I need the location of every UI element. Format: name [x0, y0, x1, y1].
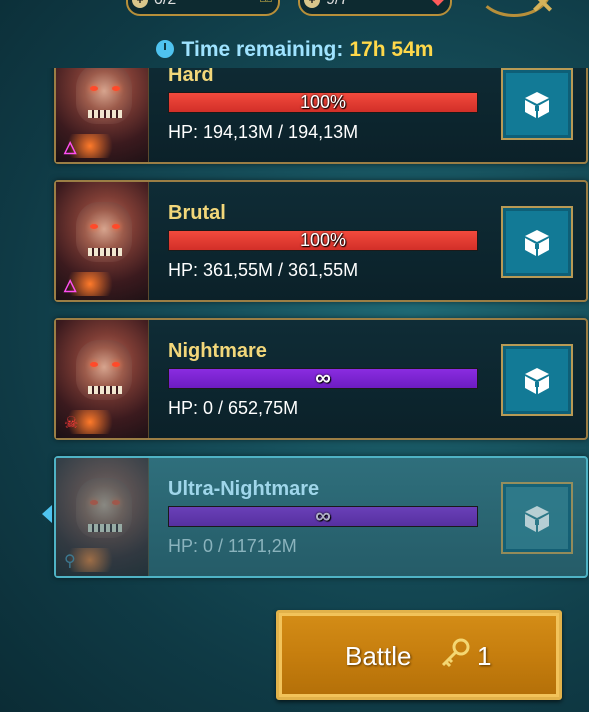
- skull-icon: ☠: [64, 415, 79, 432]
- boss-portrait: △: [56, 182, 149, 300]
- close-icon[interactable]: ✕: [530, 0, 555, 21]
- chest-icon: [525, 230, 549, 256]
- difficulty-card-ultra-nightmare[interactable]: ⚲ Ultra-Nightmare ∞ HP: 0 / 1171,2M: [54, 456, 588, 578]
- battle-label: Battle: [345, 641, 412, 671]
- difficulty-card-nightmare[interactable]: ☠ Nightmare ∞ HP: 0 / 652,75M: [54, 318, 588, 440]
- hp-bar-label: ∞: [315, 365, 331, 390]
- resource-keys[interactable]: + 0/2 ⚿: [126, 0, 280, 16]
- time-remaining-label: Time remaining:: [181, 38, 344, 61]
- hp-text: HP: 0 / 1171,2M: [168, 536, 297, 556]
- triangle-icon: △: [64, 277, 77, 294]
- hp-bar-label: ∞: [315, 503, 331, 528]
- selection-arrow-icon: [42, 505, 52, 523]
- rewards-chest-button[interactable]: [501, 68, 573, 140]
- resource-keys-value: 0/2: [154, 0, 176, 9]
- hp-text: HP: 194,13M / 194,13M: [168, 122, 359, 142]
- hp-bar: 100%: [168, 92, 478, 113]
- top-resource-bar: + 0/2 ⚿ + 9/7 ◆ ✕: [0, 0, 589, 21]
- hp-bar: ∞: [168, 503, 478, 528]
- difficulty-name: Brutal: [168, 202, 226, 224]
- hp-bar-label: 100%: [299, 230, 347, 250]
- chest-icon: [525, 368, 549, 394]
- hp-bar: ∞: [168, 365, 478, 390]
- difficulty-name: Ultra-Nightmare: [168, 478, 320, 500]
- rewards-chest-button[interactable]: [501, 206, 573, 278]
- time-remaining-value: 17h 54m: [349, 38, 434, 61]
- boss-portrait: △: [56, 68, 149, 162]
- difficulty-name: Hard: [168, 68, 214, 86]
- clock-icon: [155, 40, 174, 58]
- chest-icon: [525, 92, 549, 118]
- plus-icon[interactable]: +: [304, 0, 320, 8]
- plus-icon[interactable]: +: [132, 0, 148, 8]
- key-icon: [441, 638, 470, 668]
- hp-text: HP: 0 / 652,75M: [168, 398, 299, 418]
- difficulty-card-brutal[interactable]: △ Brutal 100% HP: 361,55M / 361,55M: [54, 180, 588, 302]
- difficulty-list[interactable]: △ Hard 100% HP: 194,13M / 194,13M △ Brut…: [0, 68, 589, 598]
- battle-cost: 1: [477, 641, 492, 671]
- hp-bar-label: 100%: [299, 92, 347, 112]
- resource-gems[interactable]: + 9/7 ◆: [298, 0, 452, 16]
- boss-portrait: ☠: [56, 320, 149, 438]
- chest-icon: [525, 506, 549, 532]
- battle-button[interactable]: Battle 1: [276, 610, 562, 700]
- key-icon: ⚿: [260, 0, 272, 7]
- gem-icon: ◆: [432, 0, 444, 9]
- difficulty-name: Nightmare: [168, 340, 267, 362]
- rewards-chest-button[interactable]: [501, 344, 573, 416]
- triangle-icon: △: [64, 139, 77, 156]
- rewards-chest-button[interactable]: [501, 482, 573, 554]
- resource-gems-value: 9/7: [326, 0, 348, 9]
- lock-icon: ⚲: [64, 553, 76, 570]
- time-remaining: Time remaining: 17h 54m: [0, 38, 589, 62]
- hp-bar: 100%: [168, 230, 478, 251]
- boss-portrait: ⚲: [56, 458, 149, 576]
- hp-text: HP: 361,55M / 361,55M: [168, 260, 359, 280]
- difficulty-card-hard[interactable]: △ Hard 100% HP: 194,13M / 194,13M: [54, 68, 588, 164]
